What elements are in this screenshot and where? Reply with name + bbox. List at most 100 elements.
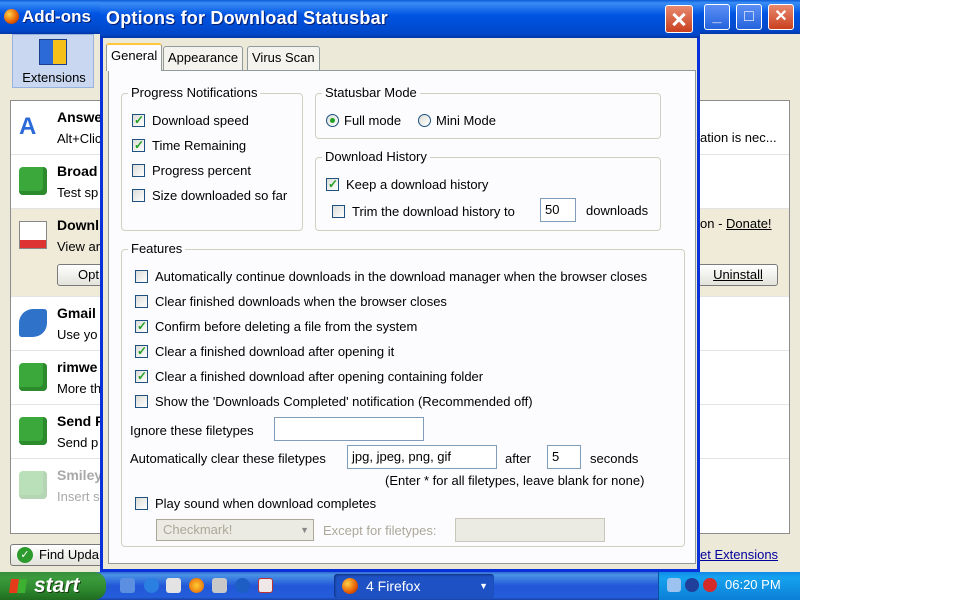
clear-finished-label: Clear finished downloads when the browse… (155, 294, 447, 309)
keep-history-checkbox[interactable]: Keep a download history (326, 176, 488, 195)
checkbox-progress-percent[interactable] (132, 164, 145, 178)
maximize-button[interactable]: □ (736, 4, 762, 30)
ie-icon[interactable] (144, 578, 159, 593)
addon-name: Gmail : (57, 305, 105, 321)
addon-desc: Test sp (57, 185, 99, 200)
filetypes-hint: (Enter * for all filetypes, leave blank … (385, 473, 645, 488)
start-button[interactable]: start (0, 572, 106, 600)
bluetooth-tray-icon[interactable] (685, 578, 699, 592)
show-desktop-icon[interactable] (120, 578, 135, 593)
extensions-icon (39, 39, 67, 65)
extensions-tab[interactable]: Extensions (12, 34, 94, 88)
play-sound-checkbox[interactable]: Play sound when download completes (135, 496, 376, 514)
addon-desc: Alt+Clic (57, 131, 102, 146)
ignore-filetypes-input[interactable] (274, 417, 424, 441)
progress-percent-checkbox[interactable]: Progress percent (132, 163, 251, 181)
options-dialog: Options for Download Statusbar General A… (100, 0, 700, 572)
checkbox-clear-finished[interactable] (135, 295, 148, 309)
play-sound-label: Play sound when download completes (155, 496, 377, 511)
auto-clear-filetypes-input[interactable]: jpg, jpeg, png, gif (347, 445, 497, 469)
firefox-quicklaunch-icon[interactable] (189, 578, 204, 593)
checkbox-show-notification[interactable] (135, 395, 148, 409)
auto-clear-seconds-input[interactable]: 5 (547, 445, 581, 469)
checkbox-time-remaining[interactable] (132, 137, 145, 153)
except-filetypes-input[interactable] (455, 518, 605, 542)
uninstall-button[interactable]: Uninstall (698, 264, 778, 286)
get-extensions-link[interactable]: et Extensions (700, 547, 778, 562)
checkbox-play-sound[interactable] (135, 497, 148, 511)
checkbox-confirm-delete[interactable] (135, 318, 148, 334)
mini-mode-radio[interactable]: Mini Mode (418, 113, 496, 131)
find-updates-button[interactable]: ✓ Find Upda (10, 544, 110, 566)
dialog-close-button[interactable] (665, 5, 693, 33)
tab-virus-scan[interactable]: Virus Scan (247, 46, 320, 70)
trim-suffix-label: downloads (586, 203, 649, 218)
checkbox-keep-history[interactable] (326, 176, 339, 192)
puzzle-icon (19, 471, 47, 499)
clear-finished-checkbox[interactable]: Clear finished downloads when the browse… (135, 294, 447, 312)
download-history-group: Download History Keep a download history… (315, 149, 661, 231)
checkbox-clear-after-open[interactable] (135, 343, 148, 359)
network-icon[interactable] (667, 578, 681, 592)
app-icon[interactable] (212, 578, 227, 593)
full-mode-label: Full mode (344, 113, 402, 128)
options-button[interactable]: Opt (57, 264, 105, 286)
checkbox-size-downloaded[interactable] (132, 189, 145, 203)
bluetooth-icon[interactable] (235, 578, 250, 593)
email-icon[interactable] (166, 578, 181, 593)
progress-legend: Progress Notifications (128, 85, 261, 100)
show-notification-checkbox[interactable]: Show the 'Downloads Completed' notificat… (135, 394, 533, 412)
seconds-label: seconds (590, 451, 639, 466)
clear-after-open-checkbox[interactable]: Clear a finished download after opening … (135, 343, 394, 362)
puzzle-icon (19, 167, 47, 195)
donate-prefix: on - (700, 216, 727, 231)
time-remaining-label: Time Remaining (152, 138, 247, 153)
taskbar-firefox-label: 4 Firefox (366, 578, 421, 594)
tab-appearance[interactable]: Appearance (163, 46, 244, 70)
checkbox-clear-after-folder[interactable] (135, 368, 148, 384)
trim-history-checkbox[interactable]: Trim the download history to (332, 204, 515, 222)
addon-desc: Use yo (57, 327, 98, 342)
donate-link[interactable]: Donate! (726, 216, 772, 231)
radio-full-mode[interactable] (326, 114, 339, 128)
puzzle-icon (19, 417, 47, 445)
checkbox-trim-history[interactable] (332, 205, 345, 219)
taskbar-firefox-group[interactable]: 4 Firefox ▼ (334, 574, 494, 598)
full-mode-radio[interactable]: Full mode (326, 113, 401, 131)
firefox-icon (342, 578, 358, 594)
uninstall-label: Uninstall (713, 267, 763, 282)
size-downloaded-checkbox[interactable]: Size downloaded so far (132, 188, 287, 206)
document-icon[interactable] (258, 578, 273, 593)
download-speed-checkbox[interactable]: Download speed (132, 112, 249, 131)
features-group: Features Automatically continue download… (121, 241, 685, 547)
extensions-tab-label: Extensions (22, 70, 86, 85)
addon-name: Broad (57, 163, 98, 179)
minimize-button[interactable]: _ (704, 4, 730, 30)
tab-general[interactable]: General (106, 43, 163, 71)
after-label: after (505, 451, 532, 466)
sound-select[interactable]: Checkmark! ▼ (156, 519, 314, 541)
statusbar-mode-group: Statusbar Mode Full mode Mini Mode (315, 85, 661, 139)
addon-name: Downl (57, 217, 99, 233)
start-label: start (34, 574, 80, 597)
checkbox-auto-continue[interactable] (135, 270, 148, 284)
except-filetypes-label: Except for filetypes: (323, 523, 437, 538)
addon-desc: Send p (57, 435, 99, 450)
tab-panel-general: Progress Notifications Download speed Ti… (108, 70, 696, 564)
clear-after-folder-checkbox[interactable]: Clear a finished download after opening … (135, 368, 483, 387)
radio-mini-mode[interactable] (418, 114, 431, 128)
sound-select-value: Checkmark! (163, 522, 233, 537)
firefox-icon (4, 9, 19, 24)
security-icon[interactable] (703, 578, 717, 592)
windows-logo-icon (9, 579, 27, 593)
trim-count-input[interactable]: 50 (540, 198, 576, 222)
close-button[interactable]: ✕ (768, 4, 794, 30)
auto-continue-checkbox[interactable]: Automatically continue downloads in the … (135, 269, 647, 287)
time-remaining-checkbox[interactable]: Time Remaining (132, 137, 247, 156)
addon-desc: View ar (57, 239, 101, 254)
progress-percent-label: Progress percent (152, 163, 251, 178)
checkbox-download-speed[interactable] (132, 112, 145, 128)
addons-title: Add-ons (22, 7, 91, 26)
addon-desc: Insert s (57, 489, 100, 504)
confirm-delete-checkbox[interactable]: Confirm before deleting a file from the … (135, 318, 417, 337)
